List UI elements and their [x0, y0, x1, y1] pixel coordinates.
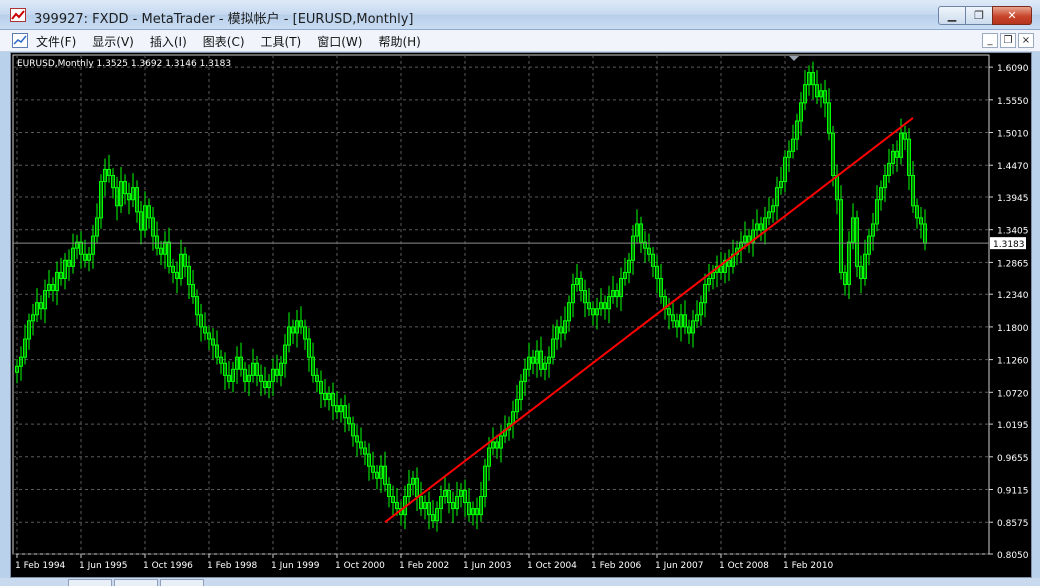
mdi-restore-button[interactable]: ❐: [1000, 33, 1016, 48]
chart-window[interactable]: 1.6090 1.5550 1.5010 1.4470 1.3945 1.3405 1.28…: [10, 52, 1032, 578]
menu-bar: 文件(F) 显示(V) 插入(I) 图表(C) 工具(T) 窗口(W) 帮助(H…: [0, 30, 1040, 52]
title-bar: 399927: FXDD - MetaTrader - 模拟帐户 - [EURU…: [0, 0, 1040, 30]
y-tick-label: 0.9655: [997, 454, 1029, 464]
price-chart[interactable]: 1.6090 1.5550 1.5010 1.4470 1.3945 1.3405 1.28…: [11, 53, 1031, 577]
x-tick-label: 1 Feb 1998: [207, 561, 258, 571]
y-tick-label: 1.2340: [997, 291, 1029, 301]
x-tick-label: 1 Feb 2006: [591, 561, 642, 571]
x-tick-label: 1 Jun 1999: [271, 561, 320, 571]
y-tick-label: 1.5010: [997, 130, 1029, 140]
menu-window[interactable]: 窗口(W): [317, 33, 362, 50]
x-tick-label: 1 Feb 1994: [15, 561, 66, 571]
maximize-button[interactable]: ❐: [965, 6, 993, 25]
chart-tab[interactable]: [68, 579, 112, 586]
trendline[interactable]: [384, 117, 914, 524]
menu-insert[interactable]: 插入(I): [150, 33, 187, 50]
metatrader-icon[interactable]: [10, 8, 26, 22]
x-tick-label: 1 Oct 1996: [143, 561, 193, 571]
menu-file[interactable]: 文件(F): [36, 33, 76, 50]
y-tick-label: 1.0720: [997, 389, 1029, 399]
y-tick-label: 0.8050: [997, 551, 1029, 561]
y-tick-label: 0.8575: [997, 519, 1029, 529]
mdi-close-button[interactable]: ×: [1018, 33, 1034, 48]
shift-marker-icon: [789, 56, 799, 61]
y-tick-label: 1.4470: [997, 162, 1029, 172]
y-tick-label: 1.0195: [997, 421, 1029, 431]
y-tick-label: 1.3405: [997, 227, 1029, 237]
menu-items: 文件(F) 显示(V) 插入(I) 图表(C) 工具(T) 窗口(W) 帮助(H…: [36, 33, 437, 50]
y-tick-label: 1.3945: [997, 194, 1029, 204]
y-tick-label: 0.9115: [997, 487, 1029, 497]
y-tick-label: 1.5550: [997, 97, 1029, 107]
close-button[interactable]: ✕: [992, 6, 1032, 25]
chart-tab[interactable]: [114, 579, 158, 586]
x-tick-label: 1 Oct 2004: [527, 561, 577, 571]
menu-view[interactable]: 显示(V): [92, 33, 134, 50]
menu-charts[interactable]: 图表(C): [203, 33, 245, 50]
maximize-icon: ❐: [974, 9, 984, 22]
minimize-icon: ▁: [947, 9, 957, 22]
x-tick-label: 1 Jun 1995: [79, 561, 127, 571]
close-icon: ✕: [1007, 9, 1017, 22]
y-tick-label: 1.1800: [997, 324, 1029, 334]
menu-tools[interactable]: 工具(T): [261, 33, 302, 50]
window-title: 399927: FXDD - MetaTrader - 模拟帐户 - [EURU…: [34, 12, 414, 27]
y-tick-label: 1.1260: [997, 357, 1029, 367]
chart-window-icon[interactable]: [12, 33, 28, 48]
minimize-button[interactable]: ▁: [938, 6, 966, 25]
mdi-controls: _ ❐ ×: [980, 33, 1034, 48]
chart-tab[interactable]: [160, 579, 204, 586]
y-tick-label: 1.2865: [997, 259, 1029, 269]
x-tick-label: 1 Jun 2007: [655, 561, 703, 571]
x-tick-label: 1 Feb 2002: [399, 561, 449, 571]
menu-help[interactable]: 帮助(H): [378, 33, 420, 50]
current-price-label: 1.3183: [993, 240, 1025, 250]
x-tick-label: 1 Oct 2000: [335, 561, 385, 571]
mdi-minimize-button[interactable]: _: [982, 33, 998, 48]
x-tick-label: 1 Oct 2008: [719, 561, 769, 571]
y-tick-label: 1.6090: [997, 64, 1029, 74]
chart-header-label: EURUSD,Monthly 1.3525 1.3692 1.3146 1.31…: [17, 59, 231, 69]
x-tick-label: 1 Feb 2010: [783, 561, 834, 571]
plot-border: [12, 54, 990, 555]
x-tick-label: 1 Jun 2003: [463, 561, 511, 571]
window-controls: ▁ ❐ ✕: [938, 6, 1032, 26]
